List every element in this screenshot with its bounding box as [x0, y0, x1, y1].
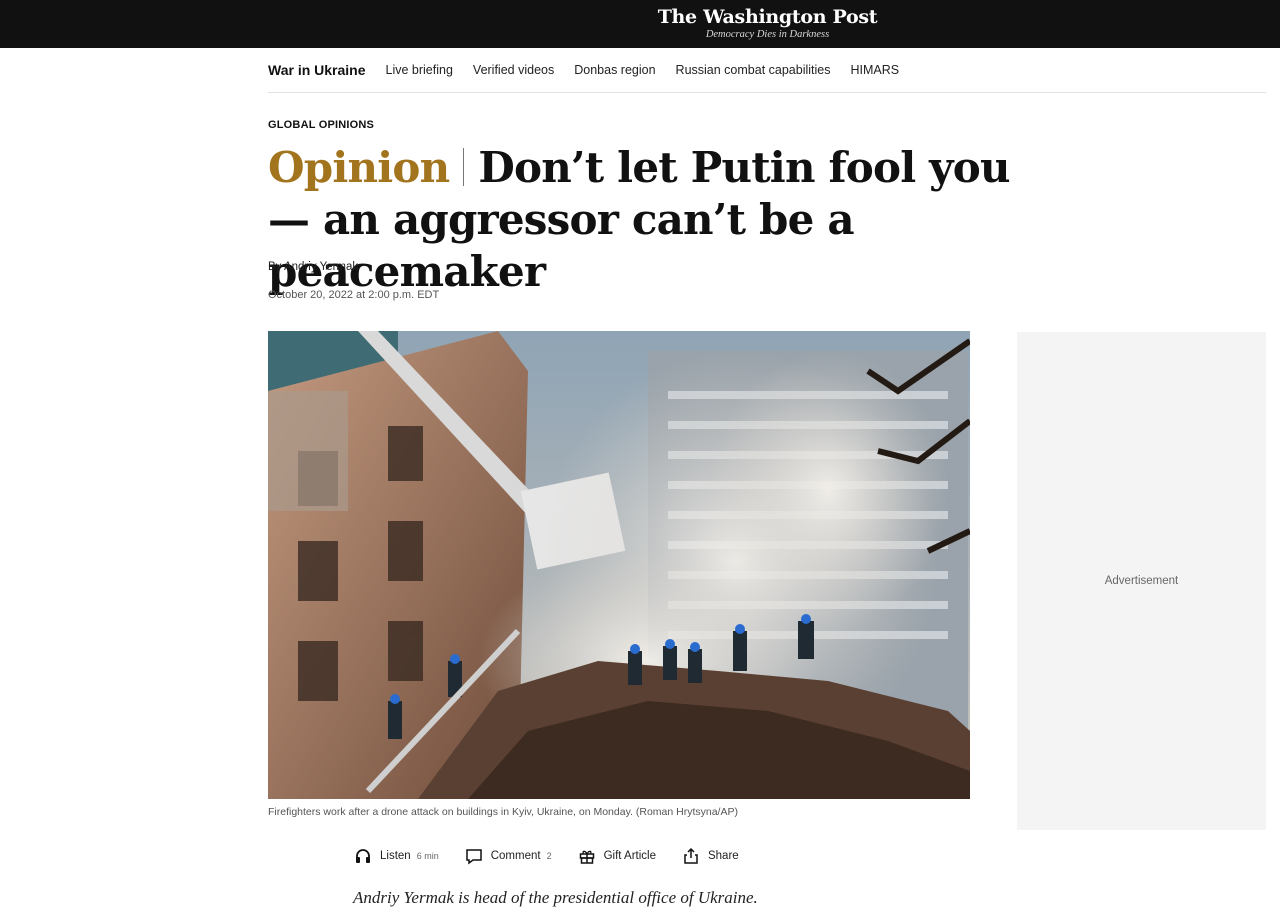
advertisement-label: Advertisement: [1104, 575, 1179, 587]
masthead: The Washington Post Democracy Dies in Da…: [0, 0, 1280, 48]
section-nav: War in Ukraine Live briefing Verified vi…: [268, 48, 1266, 93]
site-logo[interactable]: The Washington Post Democracy Dies in Da…: [0, 5, 1280, 41]
opinion-label: Opinion: [268, 143, 450, 192]
nav-item-verified-videos[interactable]: Verified videos: [473, 63, 554, 77]
byline-prefix: By: [268, 261, 284, 273]
nav-item-live-briefing[interactable]: Live briefing: [386, 63, 453, 77]
article-tools: Listen 6 min Comment 2 Gift Article Shar…: [354, 845, 765, 867]
nav-item-himars[interactable]: HIMARS: [851, 63, 900, 77]
gift-article-button[interactable]: Gift Article: [578, 847, 656, 865]
author-link[interactable]: Andriy Yermak: [284, 261, 358, 273]
section-kicker[interactable]: GLOBAL OPINIONS: [268, 119, 374, 131]
gift-icon: [579, 850, 594, 864]
headline-divider: [463, 148, 465, 186]
share-icon: [684, 847, 698, 864]
logo-title: The Washington Post: [657, 6, 878, 28]
publish-date: October 20, 2022 at 2:00 p.m. EDT: [268, 289, 440, 301]
comment-count: 2: [546, 851, 552, 861]
comment-button[interactable]: Comment 2: [465, 847, 552, 865]
comment-icon: [465, 849, 482, 865]
share-button[interactable]: Share: [682, 847, 739, 865]
lead-photo-illustration: [268, 331, 970, 799]
article-headline: Opinion Don’t let Putin fool you — an agg…: [268, 142, 1048, 298]
photo-caption: Firefighters work after a drone attack o…: [268, 806, 738, 818]
share-label: Share: [707, 850, 739, 862]
byline: By Andriy Yermak: [268, 261, 358, 273]
section-nav-title[interactable]: War in Ukraine: [268, 62, 366, 78]
listen-button[interactable]: Listen 6 min: [354, 847, 439, 865]
author-bio: Andriy Yermak is head of the presidentia…: [353, 888, 758, 907]
lead-photo: [268, 331, 970, 799]
comment-label: Comment: [490, 850, 541, 862]
advertisement[interactable]: Advertisement: [1017, 332, 1266, 830]
nav-item-donbas-region[interactable]: Donbas region: [574, 63, 655, 77]
headphones-icon: [356, 849, 370, 863]
listen-duration: 6 min: [416, 851, 439, 861]
gift-label: Gift Article: [603, 850, 656, 862]
listen-label: Listen: [380, 850, 411, 862]
logo-tagline: Democracy Dies in Darkness: [705, 29, 830, 40]
nav-item-russian-combat-capabilities[interactable]: Russian combat capabilities: [676, 63, 831, 77]
